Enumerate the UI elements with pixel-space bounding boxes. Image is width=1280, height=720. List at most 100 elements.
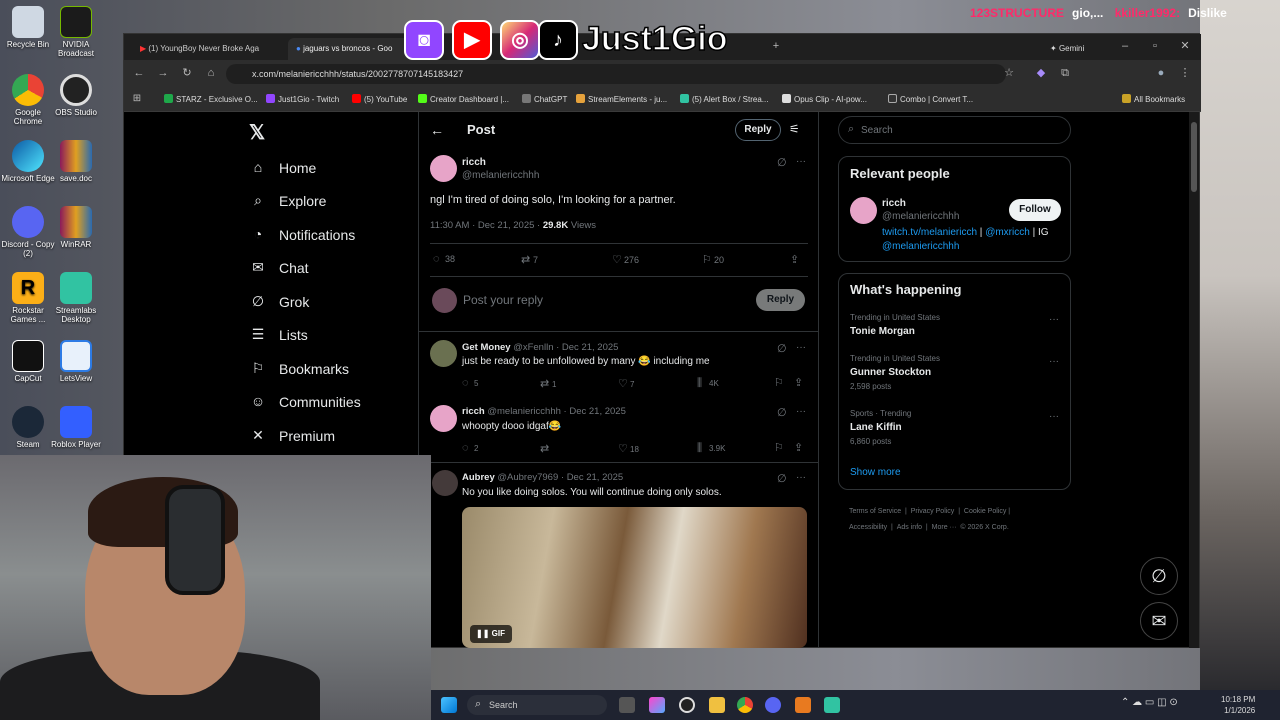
more-icon[interactable]: ··· (796, 342, 806, 353)
extensions-icon[interactable]: ⧉ (1058, 66, 1072, 80)
person-name[interactable]: ricch (882, 198, 906, 209)
bookmark-item[interactable]: ChatGPT (522, 94, 567, 104)
clock[interactable]: 10:18 PM 1/1/2026 (1221, 694, 1255, 716)
task-view-icon[interactable] (619, 697, 635, 713)
close-icon[interactable]: ✕ (1178, 39, 1192, 53)
share-icon[interactable]: ⇪ (794, 441, 806, 454)
home-browser-icon[interactable]: ⌂ (204, 66, 218, 80)
file-explorer-icon[interactable] (709, 697, 725, 713)
browser-menu-icon[interactable]: ⋮ (1178, 66, 1192, 80)
desktop-icon[interactable]: Streamlabs Desktop (48, 268, 104, 324)
tab-youtube[interactable]: ▶ (1) YoungBoy Never Broke Aga (132, 38, 282, 60)
repost-action[interactable]: ⇄ 1 (540, 377, 556, 390)
reply-header-button[interactable]: Reply (735, 119, 781, 141)
gemini-button[interactable]: ✦ Gemini (1042, 38, 1118, 60)
grok-icon[interactable]: ∅ (777, 156, 787, 169)
trend-name[interactable]: Tonie Morgan (850, 326, 915, 337)
taskbar-search[interactable]: ⌕ Search (467, 695, 607, 715)
bookmark-item[interactable]: Creator Dashboard |... (418, 94, 509, 104)
extension-icon[interactable]: ◆ (1034, 66, 1048, 80)
more-icon[interactable]: ··· (1049, 314, 1059, 325)
footer-link[interactable]: Terms of Service (849, 508, 901, 515)
start-icon[interactable] (441, 697, 457, 713)
person-handle[interactable]: @melaniericchhh (882, 211, 959, 222)
like-action[interactable]: ♡ 7 (618, 377, 634, 390)
footer-link[interactable]: Ads info (897, 524, 922, 531)
grok-icon[interactable]: ∅ (777, 472, 787, 485)
grok-icon[interactable]: ∅ (777, 342, 787, 355)
reply-submit-button[interactable]: Reply (756, 289, 805, 311)
bio-link[interactable]: @melaniericchhh (882, 241, 959, 252)
minimize-icon[interactable]: – (1118, 39, 1132, 53)
desktop-icon[interactable]: Roblox Player (48, 402, 104, 449)
footer-link[interactable]: Cookie Policy (964, 508, 1006, 515)
footer-link[interactable]: Privacy Policy (911, 508, 955, 515)
bookmark-item[interactable]: Combo | Convert T... (888, 94, 973, 104)
profile-icon[interactable]: ● (1154, 66, 1168, 80)
more-icon[interactable]: ··· (796, 472, 806, 483)
reply-input[interactable]: Post your reply (463, 293, 543, 307)
search-input[interactable]: ⌕ Search (838, 116, 1071, 144)
views-action[interactable]: ⫼ 4K (697, 377, 719, 390)
copilot-icon[interactable] (649, 697, 665, 713)
more-icon[interactable]: ··· (1049, 411, 1059, 422)
x-logo-icon[interactable]: 𝕏 (249, 120, 265, 145)
avatar[interactable] (430, 340, 457, 367)
post-author-name[interactable]: ricch (462, 157, 486, 168)
more-icon[interactable]: ··· (796, 156, 806, 167)
grok-icon[interactable]: ∅ (777, 406, 787, 419)
discord-icon[interactable] (765, 697, 781, 713)
tray-icons[interactable]: ⌃ ☁ ▭ ◫ ⊙ (1121, 697, 1178, 708)
bookmark-item[interactable]: STARZ - Exclusive O... (164, 94, 258, 104)
chrome-icon[interactable] (737, 697, 753, 713)
gif-badge[interactable]: ❚❚ GIF (470, 625, 512, 643)
post-author-handle[interactable]: @melaniericchhh (462, 170, 539, 181)
forward-icon[interactable]: → (156, 66, 170, 80)
like-action[interactable]: ♡ 18 (618, 442, 639, 455)
reload-icon[interactable]: ↻ (180, 66, 194, 80)
url-field[interactable]: x.com/melaniericchhh/status/200277870714… (226, 64, 1006, 84)
avatar[interactable] (430, 155, 457, 182)
share-icon[interactable]: ⇪ (790, 253, 802, 266)
bookmark-item[interactable]: Just1Gio - Twitch (266, 94, 339, 104)
avatar[interactable] (432, 470, 458, 496)
maximize-icon[interactable]: ▫ (1148, 39, 1162, 53)
grok-fab-icon[interactable]: ∅ (1140, 557, 1178, 595)
avatar[interactable] (430, 405, 457, 432)
footer-link[interactable]: More ··· (932, 524, 957, 531)
new-tab-icon[interactable]: + (769, 39, 783, 53)
bio-link[interactable]: twitch.tv/melaniericch (882, 227, 977, 238)
messages-fab-icon[interactable]: ✉ (1140, 602, 1178, 640)
desktop-icon[interactable]: LetsView (48, 336, 104, 383)
follow-button[interactable]: Follow (1009, 199, 1061, 221)
reply-action[interactable]: ◌ 5 (462, 377, 478, 389)
filter-icon[interactable]: ⚟ (789, 122, 800, 136)
app-icon[interactable] (795, 697, 811, 713)
reply-action[interactable]: ◌ 2 (462, 442, 478, 454)
bookmark-star-icon[interactable]: ☆ (1002, 66, 1016, 80)
bookmark-icon[interactable]: ⚐ (774, 441, 786, 454)
back-icon[interactable]: ← (132, 66, 146, 80)
back-arrow-icon[interactable]: ← (430, 122, 444, 138)
bookmark-item[interactable]: (5) Alert Box / Strea... (680, 94, 768, 104)
show-more-link[interactable]: Show more (850, 467, 901, 478)
desktop-icon[interactable]: OBS Studio (48, 70, 104, 117)
scrollbar[interactable] (1189, 112, 1199, 648)
more-icon[interactable]: ··· (796, 406, 806, 417)
repost-action[interactable]: ⇄ (540, 442, 552, 455)
bookmark-icon[interactable]: ⚐ (774, 376, 786, 389)
bookmark-action[interactable]: ⚐ 20 (702, 253, 724, 266)
repost-action[interactable]: ⇄ 7 (521, 253, 538, 266)
desktop-icon[interactable]: save.doc (48, 136, 104, 183)
avatar[interactable] (850, 197, 877, 224)
share-icon[interactable]: ⇪ (794, 376, 806, 389)
trend-name[interactable]: Gunner Stockton (850, 367, 931, 378)
bookmark-item[interactable]: (5) YouTube (352, 94, 407, 104)
desktop-icon[interactable]: NVIDIA Broadcast (48, 2, 104, 58)
more-icon[interactable]: ··· (1049, 356, 1059, 367)
trend-name[interactable]: Lane Kiffin (850, 422, 902, 433)
obs-icon[interactable] (679, 697, 695, 713)
views-action[interactable]: ⫼ 3.9K (697, 442, 725, 455)
all-bookmarks[interactable]: All Bookmarks (1122, 94, 1185, 104)
bio-link[interactable]: @mxricch (985, 227, 1030, 238)
